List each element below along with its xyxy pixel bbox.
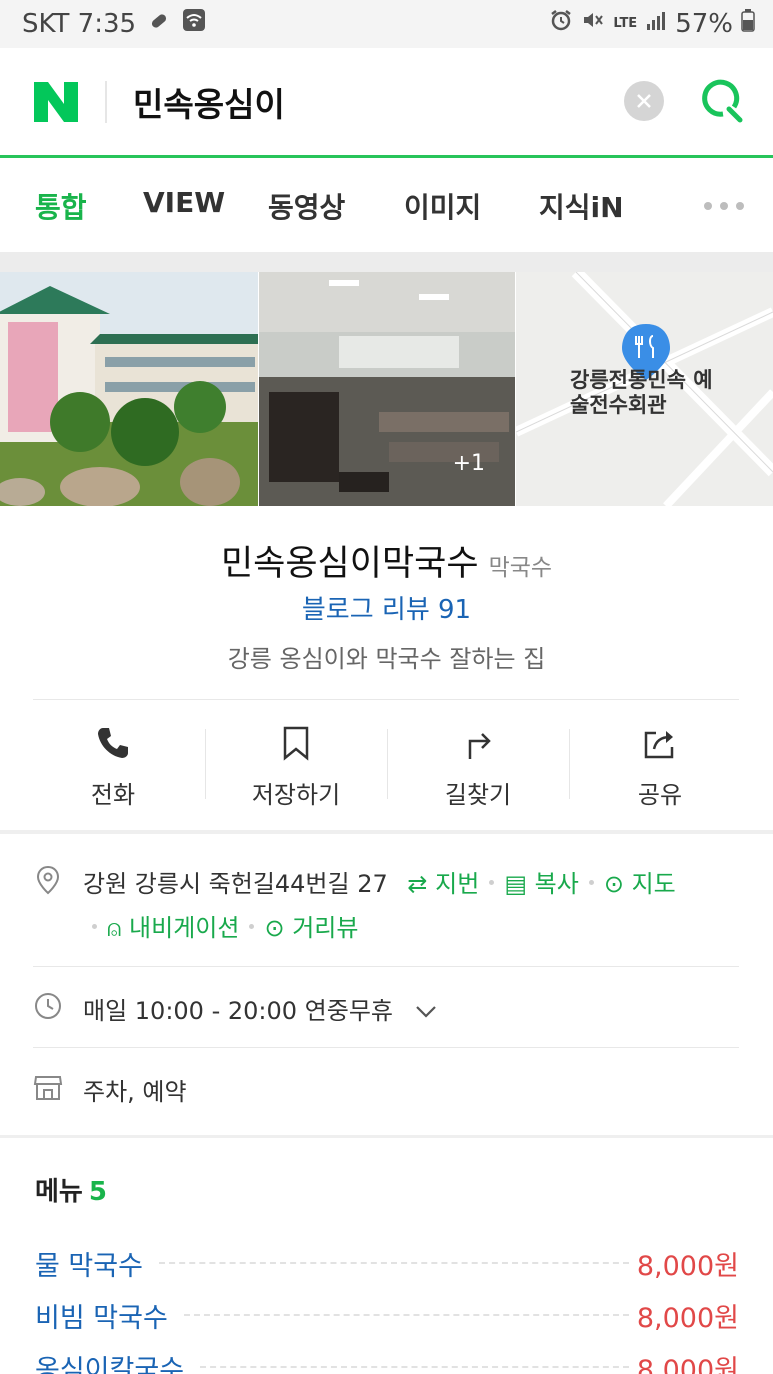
menu-item-name: 옹심이칼국수 <box>35 1347 193 1374</box>
save-label: 저장하기 <box>251 781 341 809</box>
search-input[interactable]: 민속옹심이 <box>133 78 285 126</box>
menu-title: 메뉴 <box>35 1177 83 1207</box>
share-label: 공유 <box>637 781 683 809</box>
battery-icon <box>741 8 755 39</box>
map-link[interactable]: ⊙ 지도 <box>604 870 676 898</box>
search-tabs: 통합 VIEW 동영상 이미지 지식iN <box>0 158 773 252</box>
divider <box>33 699 739 700</box>
tab-image[interactable]: 이미지 <box>404 186 481 226</box>
action-bar: 전화 저장하기 길찾기 공유 <box>22 715 752 815</box>
car-icon: ⍝ <box>107 914 122 942</box>
section-spacer <box>0 252 773 272</box>
alarm-icon <box>549 8 573 39</box>
clear-search-button[interactable] <box>624 81 664 121</box>
street-view-link[interactable]: ⊙ 거리뷰 <box>264 914 358 942</box>
search-header: 민속옹심이 <box>0 48 773 156</box>
menu-item-price: 8,000원 <box>636 1250 739 1282</box>
directions-label: 길찾기 <box>444 781 512 809</box>
menu-item-name: 물 막국수 <box>35 1243 151 1283</box>
network-type: LTE <box>613 15 638 31</box>
more-photos-count: +1 <box>452 451 485 476</box>
status-bar: SKT 7:35 LTE 57% <box>0 0 773 48</box>
search-button[interactable] <box>696 76 746 126</box>
exterior-photo[interactable] <box>0 272 258 506</box>
search-icon <box>702 79 743 123</box>
menu-item-price: 8,000원 <box>636 1354 739 1374</box>
chevron-down-icon <box>415 1006 436 1018</box>
wifi-box-icon <box>182 8 206 39</box>
street-view-icon: ⊙ <box>264 914 285 942</box>
place-title: 민속옹심이막국수 막국수 <box>0 535 773 586</box>
address-links-row: ⍝ 내비게이션 ⊙ 거리뷰 <box>92 908 358 943</box>
swap-icon: ⇄ <box>407 870 428 898</box>
interior-photo[interactable]: +1 <box>259 272 515 506</box>
navigation-link[interactable]: ⍝ 내비게이션 <box>107 914 239 942</box>
clock-icon <box>35 993 61 1019</box>
tab-video[interactable]: 동영상 <box>268 186 345 226</box>
divider <box>33 1047 739 1048</box>
save-button[interactable]: 저장하기 <box>205 715 387 815</box>
place-name[interactable]: 민속옹심이막국수 <box>221 544 479 584</box>
map-place-label: 강릉전통민속 예술전수회관 <box>570 368 713 417</box>
share-icon <box>644 731 674 759</box>
address-text: 강원 강릉시 죽헌길44번길 27 <box>83 870 388 898</box>
menu-count: 5 <box>88 1177 107 1207</box>
tab-integrated[interactable]: 통합 <box>35 186 87 226</box>
address-row: 강원 강릉시 죽헌길44번길 27 ⇄ 지번 ▤ 복사 ⊙ 지도 <box>83 864 676 899</box>
menu-item-name: 비빔 막국수 <box>35 1295 176 1335</box>
dotted-leader <box>158 1262 629 1264</box>
place-category: 막국수 <box>488 555 553 581</box>
menu-item[interactable]: 물 막국수 8,000원 <box>35 1237 739 1289</box>
copy-icon: ▤ <box>504 870 528 898</box>
menu-list: 물 막국수 8,000원 비빔 막국수 8,000원 옹심이칼국수 8,000원 <box>35 1237 739 1374</box>
section-spacer <box>0 1135 773 1138</box>
close-icon <box>637 94 651 108</box>
blog-review-link[interactable]: 블로그 리뷰 91 <box>0 589 773 626</box>
business-hours-toggle[interactable]: 매일 10:00 - 20:00 연중무휴 <box>83 991 437 1026</box>
header-divider <box>105 81 107 123</box>
battery-percent: 57% <box>675 8 733 39</box>
carrier-time: SKT 7:35 <box>22 8 137 39</box>
phone-icon <box>98 728 128 758</box>
signal-icon <box>645 9 667 39</box>
business-hours: 매일 10:00 - 20:00 연중무휴 <box>83 997 393 1025</box>
menu-item[interactable]: 비빔 막국수 8,000원 <box>35 1289 739 1341</box>
map-pin-icon: ⊙ <box>603 870 624 898</box>
divider <box>33 966 739 967</box>
naver-logo[interactable] <box>32 80 80 124</box>
photo-strip: +1 강릉전통민속 예술전수회관 <box>0 272 773 506</box>
directions-button[interactable]: 길찾기 <box>387 715 569 815</box>
dotted-leader <box>200 1366 629 1368</box>
mute-icon <box>581 8 605 39</box>
section-spacer <box>0 830 773 834</box>
location-pin-icon <box>36 865 60 895</box>
copy-address-link[interactable]: ▤ 복사 <box>504 870 579 898</box>
tab-view[interactable]: VIEW <box>143 186 225 219</box>
more-tabs-icon[interactable] <box>704 202 744 210</box>
menu-item-price: 8,000원 <box>636 1302 739 1334</box>
call-button[interactable]: 전화 <box>22 715 204 815</box>
menu-heading: 메뉴 5 <box>35 1171 107 1208</box>
share-button[interactable]: 공유 <box>569 715 751 815</box>
directions-icon <box>468 733 491 759</box>
bookmark-icon <box>283 726 309 761</box>
jibun-link[interactable]: ⇄ 지번 <box>407 870 479 898</box>
tab-kin[interactable]: 지식iN <box>539 186 624 226</box>
pill-icon <box>148 9 170 39</box>
dotted-leader <box>183 1314 629 1316</box>
call-label: 전화 <box>90 781 136 809</box>
store-icon <box>33 1076 63 1100</box>
menu-item[interactable]: 옹심이칼국수 8,000원 <box>35 1341 739 1374</box>
place-description: 강릉 옹심이와 막국수 잘하는 집 <box>227 645 546 673</box>
facilities: 주차, 예약 <box>83 1078 187 1106</box>
